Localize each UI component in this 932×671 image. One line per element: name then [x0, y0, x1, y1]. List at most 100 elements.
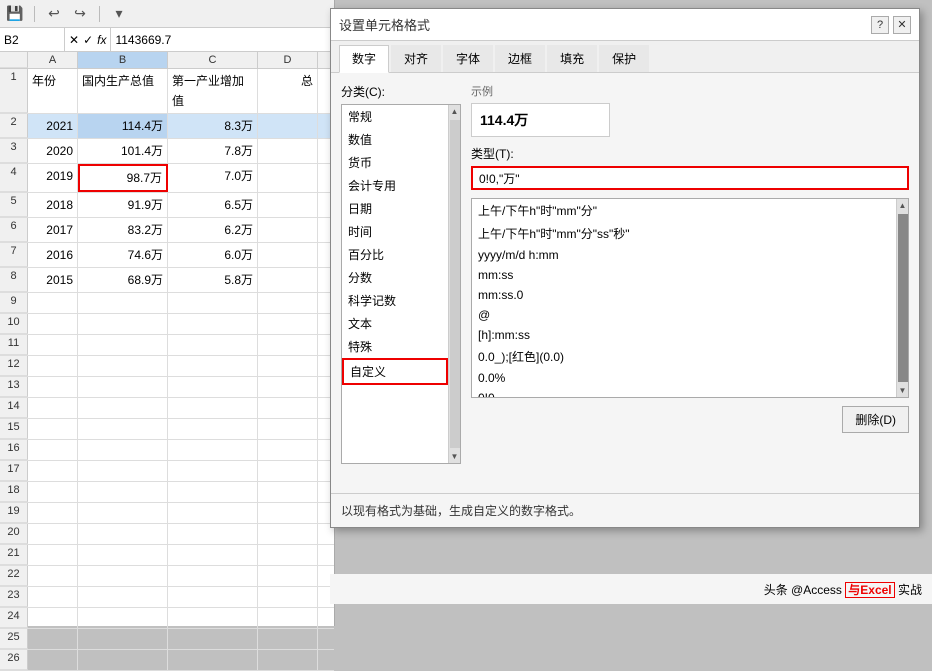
cell-C7[interactable]: 6.0万	[168, 243, 258, 267]
cell-C2[interactable]: 8.3万	[168, 114, 258, 138]
row-header-1: 1	[0, 69, 28, 113]
save-icon[interactable]: 💾	[6, 5, 24, 23]
cell-D1[interactable]: 总	[258, 69, 318, 113]
redo-icon[interactable]: ↪	[71, 5, 89, 23]
help-button[interactable]: ?	[871, 16, 889, 34]
undo-icon[interactable]: ↩	[45, 5, 63, 23]
cell-A8[interactable]: 2015	[28, 268, 78, 292]
scroll-down-arrow[interactable]: ▼	[451, 450, 459, 463]
row-header-6: 6	[0, 218, 28, 242]
watermark-area: 头条 @Access 与Excel 实战	[330, 574, 932, 604]
cell-C8[interactable]: 5.8万	[168, 268, 258, 292]
table-row: 9	[0, 293, 334, 314]
category-item-number[interactable]: 数值	[342, 128, 448, 151]
cell-B8[interactable]: 68.9万	[78, 268, 168, 292]
category-item-custom[interactable]: 自定义	[342, 358, 448, 385]
insert-function-icon[interactable]: fx	[97, 33, 106, 47]
formula-icons: ✕ ✓ fx	[65, 33, 110, 47]
format-item-1[interactable]: 上午/下午h"时"mm"分"	[472, 199, 896, 222]
table-row: 21	[0, 545, 334, 566]
category-item-currency[interactable]: 货币	[342, 151, 448, 174]
description-area: 以现有格式为基础，生成自定义的数字格式。	[331, 493, 919, 527]
format-item-10[interactable]: 0!0,	[472, 388, 896, 397]
cell-A3[interactable]: 2020	[28, 139, 78, 163]
cell-D3[interactable]	[258, 139, 318, 163]
cell-D2[interactable]	[258, 114, 318, 138]
tab-border[interactable]: 边框	[495, 45, 545, 72]
category-item-special[interactable]: 特殊	[342, 335, 448, 358]
format-item-6[interactable]: @	[472, 305, 896, 325]
category-list: 常规 数值 货币 会计专用 日期 时间 百分比 分数 科学记数 文本 特殊 自定…	[342, 105, 448, 463]
cell-B5[interactable]: 91.9万	[78, 193, 168, 217]
category-item-scientific[interactable]: 科学记数	[342, 289, 448, 312]
table-row: 2 2021 114.4万 8.3万	[0, 114, 334, 139]
cell-C1[interactable]: 第一产业增加值	[168, 69, 258, 113]
cell-C5[interactable]: 6.5万	[168, 193, 258, 217]
category-item-accounting[interactable]: 会计专用	[342, 174, 448, 197]
category-item-date[interactable]: 日期	[342, 197, 448, 220]
cell-B3[interactable]: 101.4万	[78, 139, 168, 163]
type-input[interactable]	[471, 166, 909, 190]
cell-A7[interactable]: 2016	[28, 243, 78, 267]
cell-B2[interactable]: 114.4万	[78, 114, 168, 138]
format-item-8[interactable]: 0.0_);[红色](0.0)	[472, 345, 896, 368]
category-item-text[interactable]: 文本	[342, 312, 448, 335]
col-header-A[interactable]: A	[28, 52, 78, 68]
cell-C6[interactable]: 6.2万	[168, 218, 258, 242]
formula-content[interactable]: 1143669.7	[110, 28, 334, 51]
cell-B4[interactable]: 98.7万	[78, 164, 168, 192]
tab-fill[interactable]: 填充	[547, 45, 597, 72]
cell-A1[interactable]: 年份	[28, 69, 78, 113]
preview-label: 示例	[471, 83, 610, 99]
close-button[interactable]: ✕	[893, 16, 911, 34]
table-row: 7 2016 74.6万 6.0万	[0, 243, 334, 268]
format-item-2[interactable]: 上午/下午h"时"mm"分"ss"秒"	[472, 222, 896, 245]
category-item-percent[interactable]: 百分比	[342, 243, 448, 266]
table-row: 10	[0, 314, 334, 335]
cell-reference[interactable]: B2	[0, 28, 65, 51]
category-scrollbar[interactable]: ▲ ▼	[448, 105, 460, 463]
description-text: 以现有格式为基础，生成自定义的数字格式。	[341, 504, 581, 518]
format-scroll-down[interactable]: ▼	[899, 384, 907, 397]
confirm-formula-icon[interactable]: ✓	[83, 33, 93, 47]
tab-number[interactable]: 数字	[339, 45, 389, 73]
format-cells-dialog: 设置单元格格式 ? ✕ 数字 对齐 字体 边框 填充 保护 分类(C): 常规 …	[330, 8, 920, 528]
column-headers: A B C D	[0, 52, 334, 69]
tab-font[interactable]: 字体	[443, 45, 493, 72]
col-header-B[interactable]: B	[78, 52, 168, 68]
format-item-5[interactable]: mm:ss.0	[472, 285, 896, 305]
cell-A5[interactable]: 2018	[28, 193, 78, 217]
table-row: 19	[0, 503, 334, 524]
delete-button[interactable]: 删除(D)	[842, 406, 909, 433]
category-item-fraction[interactable]: 分数	[342, 266, 448, 289]
scroll-up-arrow[interactable]: ▲	[451, 105, 459, 118]
cancel-formula-icon[interactable]: ✕	[69, 33, 79, 47]
format-scrollbar[interactable]: ▲ ▼	[896, 199, 908, 397]
cell-B1[interactable]: 国内生产总值	[78, 69, 168, 113]
cell-D6[interactable]	[258, 218, 318, 242]
cell-B6[interactable]: 83.2万	[78, 218, 168, 242]
tab-align[interactable]: 对齐	[391, 45, 441, 72]
format-item-7[interactable]: [h]:mm:ss	[472, 325, 896, 345]
toolbar-sep-1	[34, 6, 35, 22]
cell-A2[interactable]: 2021	[28, 114, 78, 138]
col-header-D[interactable]: D	[258, 52, 318, 68]
format-scroll-up[interactable]: ▲	[899, 199, 907, 212]
tab-protect[interactable]: 保护	[599, 45, 649, 72]
format-item-9[interactable]: 0.0%	[472, 368, 896, 388]
format-item-3[interactable]: yyyy/m/d h:mm	[472, 245, 896, 265]
col-header-C[interactable]: C	[168, 52, 258, 68]
category-item-time[interactable]: 时间	[342, 220, 448, 243]
cell-C3[interactable]: 7.8万	[168, 139, 258, 163]
more-icon[interactable]: ▾	[110, 5, 128, 23]
cell-D4[interactable]	[258, 164, 318, 192]
cell-D8[interactable]	[258, 268, 318, 292]
format-item-4[interactable]: mm:ss	[472, 265, 896, 285]
cell-B7[interactable]: 74.6万	[78, 243, 168, 267]
cell-D7[interactable]	[258, 243, 318, 267]
cell-D5[interactable]	[258, 193, 318, 217]
category-item-normal[interactable]: 常规	[342, 105, 448, 128]
cell-A4[interactable]: 2019	[28, 164, 78, 192]
cell-A6[interactable]: 2017	[28, 218, 78, 242]
cell-C4[interactable]: 7.0万	[168, 164, 258, 192]
